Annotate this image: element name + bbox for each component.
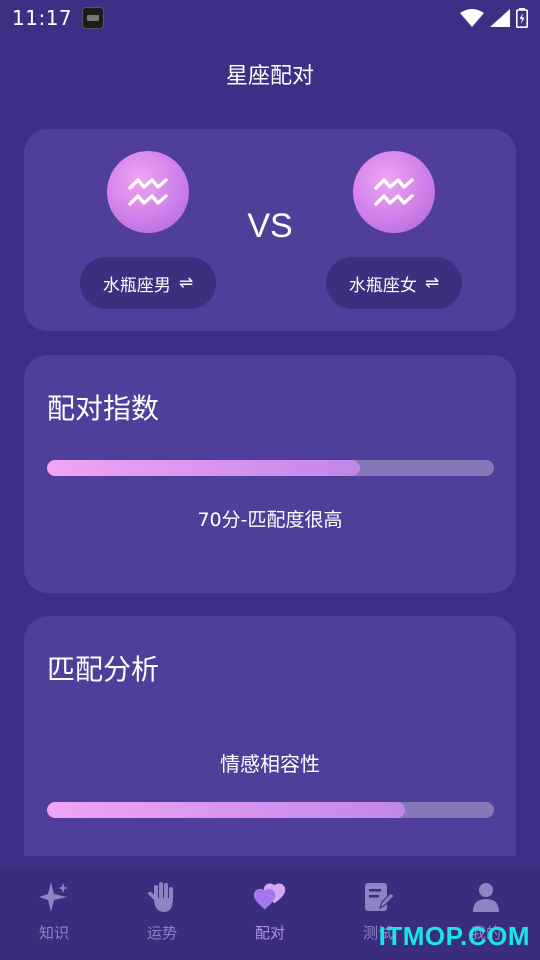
status-indicators: [460, 8, 528, 28]
right-sign-switch-button[interactable]: 水瓶座女 ⇌: [326, 257, 462, 309]
status-bar: 11:17: [0, 0, 540, 36]
match-analysis-card: 匹配分析 情感相容性: [24, 616, 516, 856]
match-selector-card: 水瓶座男 ⇌ VS 水瓶座女 ⇌: [24, 129, 516, 331]
right-sign-column: 水瓶座女 ⇌: [326, 151, 462, 309]
match-analysis-title: 匹配分析: [47, 653, 160, 686]
match-index-progress-fill: [47, 460, 360, 476]
analysis-item-label: 情感相容性: [220, 752, 320, 776]
match-index-progress-track: [47, 460, 494, 476]
palm-icon: [145, 880, 179, 914]
hearts-icon: [253, 880, 287, 914]
left-sign-switch-button[interactable]: 水瓶座男 ⇌: [80, 257, 216, 309]
wifi-icon: [460, 9, 484, 27]
right-sign-label: 水瓶座女: [348, 275, 417, 296]
status-time: 11:17: [12, 6, 73, 30]
match-score-text: 70分-匹配度很高: [197, 509, 343, 531]
user-icon: [469, 880, 503, 914]
notification-app-icon: [82, 7, 105, 29]
cell-signal-icon: [490, 9, 510, 27]
analysis-item-progress-fill: [47, 802, 405, 818]
aquarius-icon: [128, 178, 168, 206]
page-title: 星座配对: [225, 64, 314, 89]
sparkle-icon: [37, 880, 71, 914]
nav-item-fortune[interactable]: 运势: [108, 866, 216, 960]
note-edit-icon: [361, 880, 395, 914]
swap-icon: ⇌: [178, 273, 194, 293]
nav-item-knowledge[interactable]: 知识: [0, 866, 108, 960]
nav-label: 配对: [254, 924, 285, 942]
match-index-title: 配对指数: [47, 392, 160, 425]
battery-icon: [516, 8, 528, 28]
analysis-item-progress-track: [47, 802, 494, 818]
aquarius-icon: [374, 178, 414, 206]
nav-label: 运势: [146, 924, 177, 942]
watermark-logo: ITMOP.COM: [378, 921, 530, 951]
swap-icon: ⇌: [424, 273, 440, 293]
right-aquarius-sign[interactable]: [353, 151, 435, 233]
nav-item-match[interactable]: 配对: [216, 866, 324, 960]
left-sign-label: 水瓶座男: [102, 275, 171, 296]
match-index-card: 配对指数 70分-匹配度很高: [24, 355, 516, 593]
nav-label: 知识: [38, 924, 69, 942]
